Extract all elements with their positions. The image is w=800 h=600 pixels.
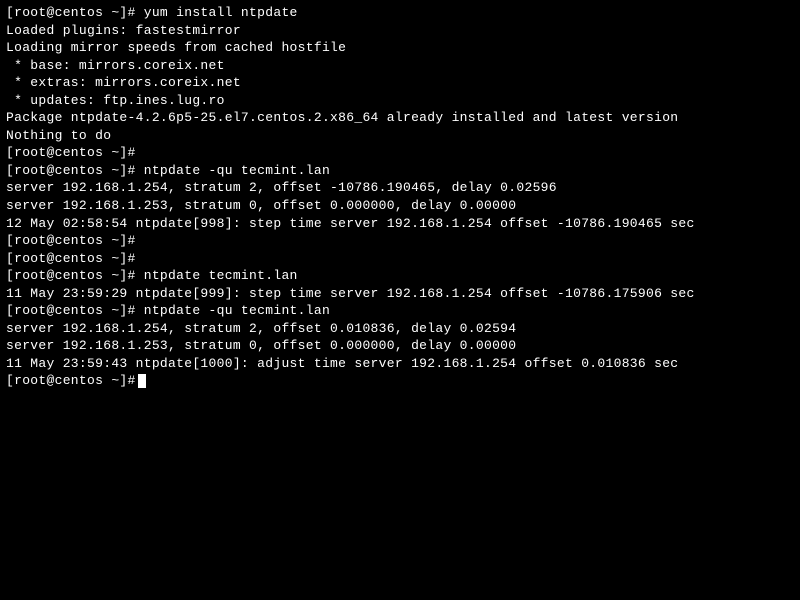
terminal-line: server 192.168.1.254, stratum 2, offset … <box>6 320 794 338</box>
terminal-line: server 192.168.1.253, stratum 0, offset … <box>6 197 794 215</box>
terminal-line: 11 May 23:59:29 ntpdate[999]: step time … <box>6 285 794 303</box>
terminal-line: server 192.168.1.254, stratum 2, offset … <box>6 179 794 197</box>
cursor-icon <box>138 374 146 388</box>
terminal-line: server 192.168.1.253, stratum 0, offset … <box>6 337 794 355</box>
terminal-line: [root@centos ~]# <box>6 144 794 162</box>
terminal-line: 11 May 23:59:43 ntpdate[1000]: adjust ti… <box>6 355 794 373</box>
terminal-line: [root@centos ~]# ntpdate tecmint.lan <box>6 267 794 285</box>
terminal-line: * base: mirrors.coreix.net <box>6 57 794 75</box>
terminal-line: [root@centos ~]# ntpdate -qu tecmint.lan <box>6 302 794 320</box>
terminal-line: Loading mirror speeds from cached hostfi… <box>6 39 794 57</box>
terminal-line: Nothing to do <box>6 127 794 145</box>
terminal-line: [root@centos ~]# <box>6 372 794 390</box>
terminal-line: 12 May 02:58:54 ntpdate[998]: step time … <box>6 215 794 233</box>
terminal-line: [root@centos ~]# <box>6 232 794 250</box>
terminal-line: * extras: mirrors.coreix.net <box>6 74 794 92</box>
terminal-line: Package ntpdate-4.2.6p5-25.el7.centos.2.… <box>6 109 794 127</box>
terminal-line: [root@centos ~]# yum install ntpdate <box>6 4 794 22</box>
terminal-line: Loaded plugins: fastestmirror <box>6 22 794 40</box>
terminal-line: * updates: ftp.ines.lug.ro <box>6 92 794 110</box>
terminal-line: [root@centos ~]# ntpdate -qu tecmint.lan <box>6 162 794 180</box>
terminal-output[interactable]: [root@centos ~]# yum install ntpdateLoad… <box>6 4 794 390</box>
terminal-line: [root@centos ~]# <box>6 250 794 268</box>
